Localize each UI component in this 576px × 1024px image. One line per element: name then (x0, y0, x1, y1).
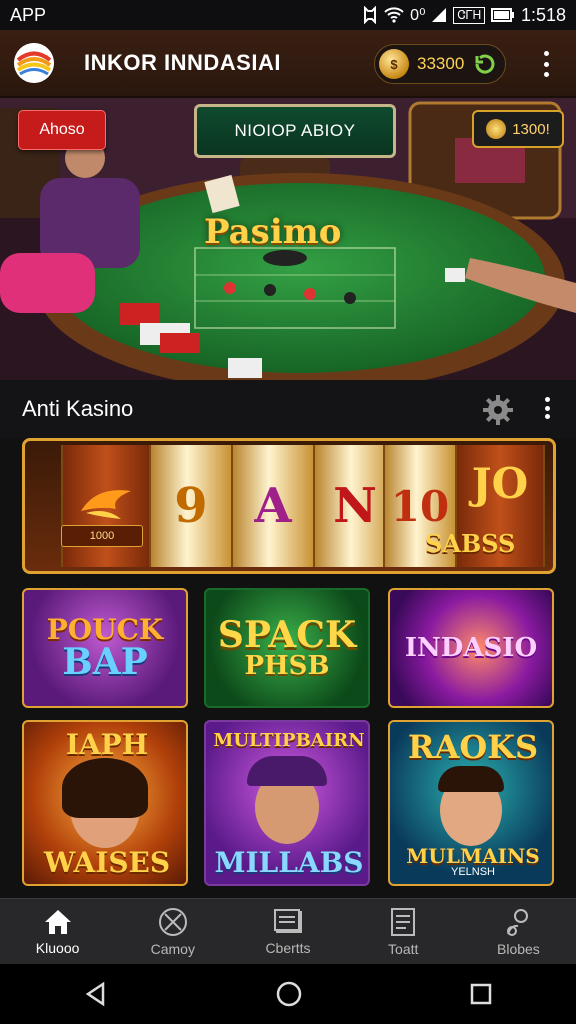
jackpot-slot-banner[interactable]: 1000 9 A N 10 JO SABSS (22, 438, 556, 574)
bottom-nav: Kluooo Camoy Cbertts Toatt Blobes (0, 898, 576, 965)
status-app-name: APP (10, 4, 47, 25)
section-title: Anti Kasino (22, 396, 134, 421)
slot-reel-3: A (231, 445, 315, 567)
refresh-icon[interactable] (473, 52, 497, 76)
character-hat (247, 756, 327, 786)
nav-item-camoy[interactable]: Camoy (115, 899, 230, 965)
game-tile-indasio[interactable]: INDASIO (388, 588, 554, 708)
system-nav-bar (0, 964, 576, 1024)
compass-icon (158, 908, 187, 936)
nav-label: Cbertts (265, 940, 311, 956)
slot-reel-2: 9 (149, 445, 233, 567)
back-icon[interactable] (83, 981, 109, 1007)
game-title-line2: MULMAINS (406, 844, 540, 868)
game-title-line2: BAP (62, 641, 148, 683)
app-title: INKOR INNDASIAI (84, 50, 281, 75)
game-title-line1: INDASIO (404, 633, 538, 663)
home-icon (44, 910, 71, 934)
header-menu-icon[interactable] (543, 51, 549, 77)
game-title-line2: MILLABS (214, 846, 364, 879)
game-tile-title: SPACK PHSB (218, 617, 356, 679)
recents-icon[interactable] (469, 982, 493, 1006)
status-signal-text: 0⁰ (410, 7, 426, 24)
game-tile-multipbairn-millabs[interactable]: MULTIPBAIRN MILLABS (204, 720, 370, 886)
game-tile-spack-phsb[interactable]: SPACK PHSB (204, 588, 370, 708)
jackpot-subtitle: SABSS (425, 529, 516, 558)
home-circle-icon[interactable] (275, 980, 303, 1008)
coin-icon: $ (379, 49, 409, 79)
clock: 1:518 (520, 4, 566, 25)
profile-icon (507, 909, 529, 936)
nav-item-cbertts[interactable]: Cbertts (230, 899, 345, 965)
coin-value: 33300 (417, 54, 465, 73)
battery-level-icon (490, 8, 514, 22)
game-tile-raoks-mulmains[interactable]: RAOKS MULMAINS YELNSH (388, 720, 554, 886)
jackpot-label: 1000 (61, 525, 143, 547)
cards-icon (274, 909, 302, 933)
nav-item-blobes[interactable]: Blobes (461, 899, 576, 965)
game-tile-title: POUCK BAP (46, 613, 164, 683)
nav-label: Camoy (150, 941, 195, 957)
character-hair (438, 766, 504, 792)
status-bar: APP 0⁰ ᏣᎱᎻ 1:518 (0, 0, 576, 30)
nav-label: Kluooo (35, 940, 80, 956)
game-title-line1: POUCK (46, 613, 164, 646)
game-title-line3: YELNSH (450, 866, 496, 878)
status-icons: 0⁰ ᏣᎱᎻ 1:518 (362, 5, 566, 26)
nav-label: Blobes (497, 941, 540, 957)
hero-banner-button[interactable]: NIOIOP ABIOY (194, 104, 396, 158)
nav-label: Toatt (388, 941, 419, 957)
game-tile-iaph-waises[interactable]: IAPH WAISES (22, 720, 188, 886)
game-title-line1: MULTIPBAIRN (213, 730, 365, 751)
character-hair (62, 758, 148, 818)
bonus-badge[interactable]: 1300! (472, 110, 564, 148)
game-tile-title: INDASIO (405, 635, 537, 661)
slot-reel-1 (61, 445, 151, 567)
signal-icon (432, 8, 447, 22)
phoenix-icon (81, 490, 131, 519)
coin-icon (486, 119, 507, 139)
game-title-line2: PHSB (244, 651, 330, 681)
game-title-line1: SPACK (217, 614, 357, 656)
game-title-line1: RAOKS (407, 728, 539, 766)
battery-icon: ᏣᎱᎻ (453, 6, 485, 24)
app-logo (14, 43, 54, 83)
nav-item-toatt[interactable]: Toatt (346, 899, 461, 965)
document-icon (391, 908, 416, 936)
game-title-line2: WAISES (43, 846, 171, 879)
nav-item-home[interactable]: Kluooo (0, 899, 115, 965)
section-menu-icon[interactable] (544, 397, 550, 419)
mute-icon (364, 6, 377, 24)
promo-button[interactable]: Ahoso (18, 110, 106, 150)
wifi-icon (384, 7, 404, 23)
game-title-line1: IAPH (65, 728, 149, 761)
app-header: INKOR INNDASIAI $ 33300 (0, 30, 576, 98)
gear-icon[interactable] (482, 394, 514, 426)
game-tile-pouck-bap[interactable]: POUCK BAP (22, 588, 188, 708)
table-sign: Pasimo (204, 212, 342, 252)
coin-balance[interactable]: $ 33300 (374, 44, 506, 84)
bonus-value: 1300! (512, 120, 550, 138)
